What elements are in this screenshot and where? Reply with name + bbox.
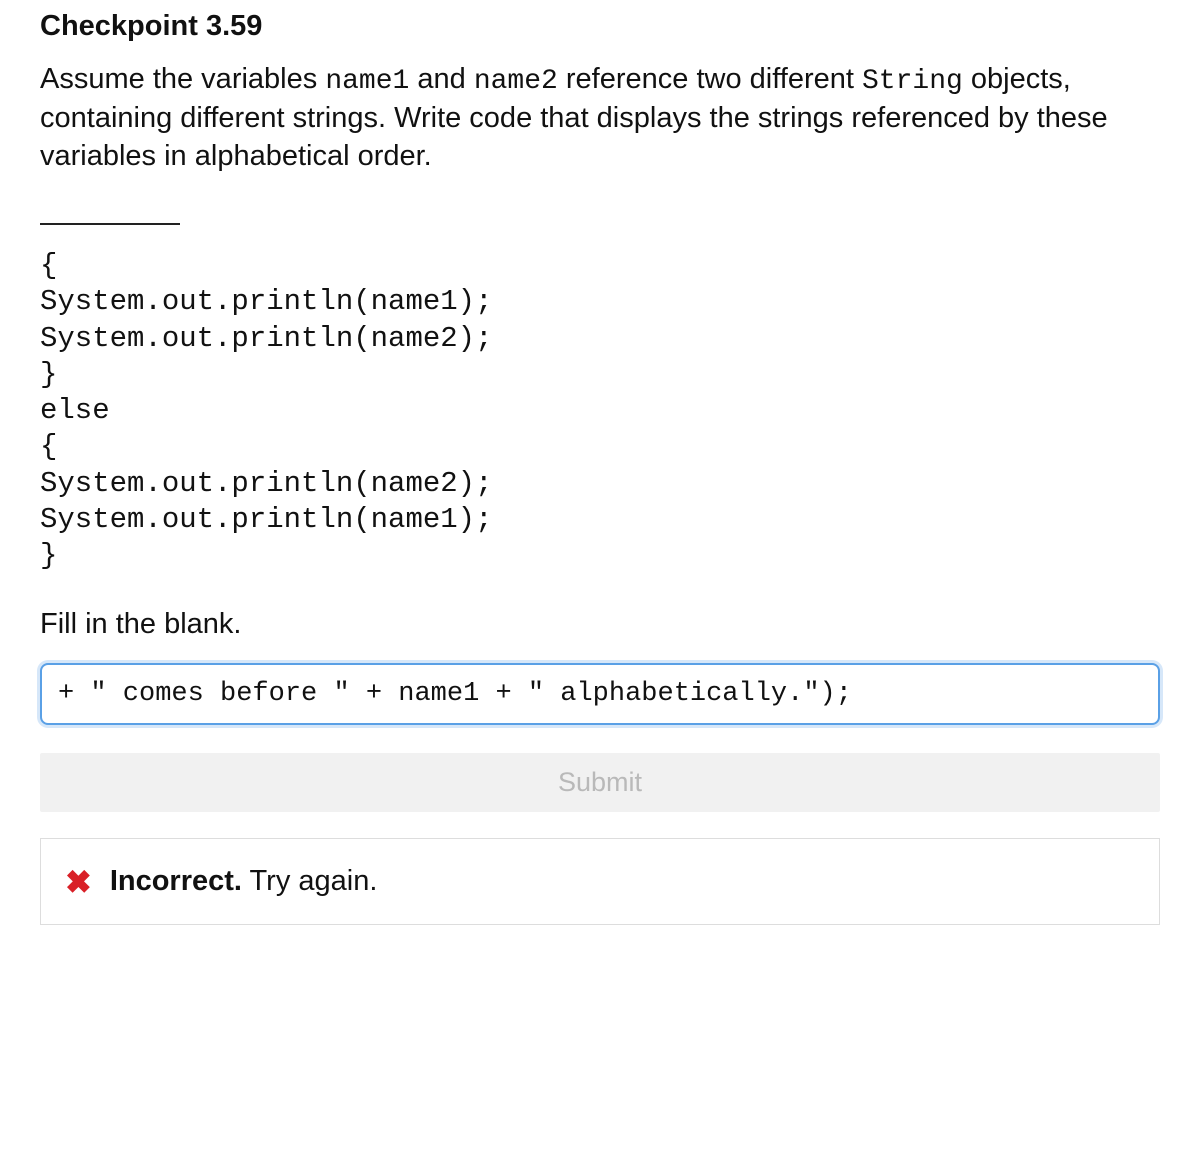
prompt-fragment: and [409,63,474,95]
prompt-code-type: String [862,66,963,97]
incorrect-icon: ✖ [65,866,92,898]
code-line: { [40,249,57,282]
feedback-text: Incorrect. Try again. [110,865,378,898]
checkpoint-title: Checkpoint 3.59 [40,10,1160,43]
prompt-fragment: reference two different [558,63,862,95]
feedback-rest: Try again. [242,865,377,897]
submit-button[interactable]: Submit [40,753,1160,812]
code-line: } [40,358,57,391]
prompt-fragment: Assume the variables [40,63,325,95]
feedback-strong: Incorrect. [110,865,242,897]
fill-instruction: Fill in the blank. [40,608,1160,641]
exercise-page: Checkpoint 3.59 Assume the variables nam… [0,0,1200,965]
answer-input[interactable] [40,663,1160,725]
prompt-text: Assume the variables name1 and name2 ref… [40,61,1160,176]
code-line: } [40,539,57,572]
code-line: System.out.println(name2); [40,322,492,355]
code-line: System.out.println(name1); [40,503,492,536]
code-line: System.out.println(name1); [40,285,492,318]
prompt-code-name2: name2 [474,66,558,97]
code-line: else [40,394,110,427]
code-line: { [40,430,57,463]
prompt-code-name1: name1 [325,66,409,97]
feedback-box: ✖ Incorrect. Try again. [40,838,1160,925]
code-block: { System.out.println(name1); System.out.… [40,212,1160,575]
code-line: System.out.println(name2); [40,467,492,500]
blank-line [40,223,180,225]
